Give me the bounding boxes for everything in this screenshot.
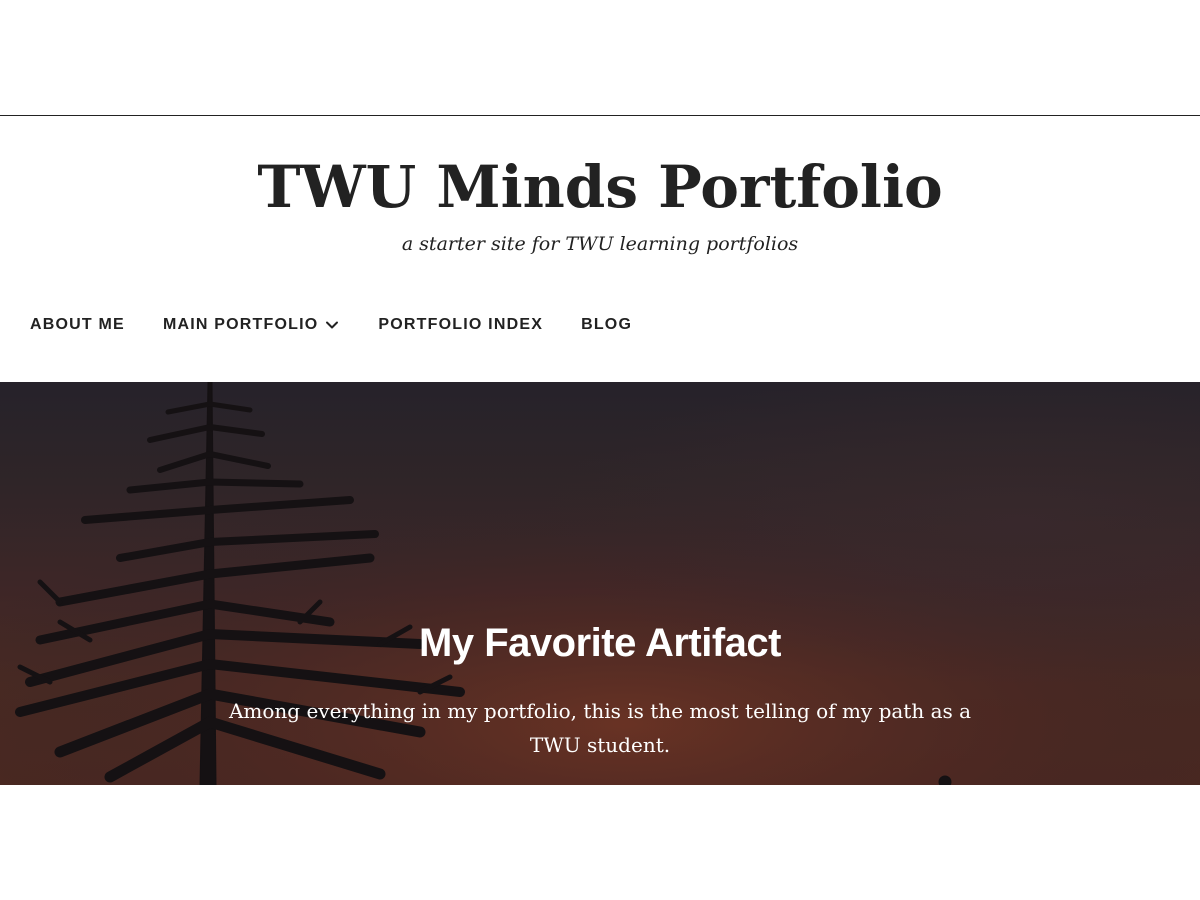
hero-description: Among everything in my portfolio, this i… <box>228 699 972 757</box>
nav-item-blog[interactable]: BLOG <box>581 316 632 334</box>
site-tagline: a starter site for TWU learning portfoli… <box>401 233 799 255</box>
nav-item-portfolio-index[interactable]: PORTFOLIO INDEX <box>378 316 543 334</box>
site-header: TWU Minds Portfolio a starter site for T… <box>0 116 1200 266</box>
nav-item-label: ABOUT ME <box>30 316 125 333</box>
nav-item-label: MAIN PORTFOLIO <box>162 316 319 333</box>
nav-item-label: PORTFOLIO INDEX <box>378 316 544 333</box>
chevron-down-icon[interactable] <box>324 317 340 333</box>
hero-section: My Favorite Artifact Among everything in… <box>0 382 1200 785</box>
nav-item-label: BLOG <box>581 316 633 333</box>
page: TWU Minds Portfolio a starter site for T… <box>0 0 1200 900</box>
main-navigation: ABOUT ME MAIN PORTFOLIO PORTFOLIO INDEX … <box>30 310 670 340</box>
hero-title[interactable]: My Favorite Artifact <box>0 619 1200 667</box>
site-title[interactable]: TWU Minds Portfolio <box>0 152 1200 222</box>
nav-item-about-me[interactable]: ABOUT ME <box>30 316 125 334</box>
nav-item-main-portfolio[interactable]: MAIN PORTFOLIO <box>163 316 340 334</box>
